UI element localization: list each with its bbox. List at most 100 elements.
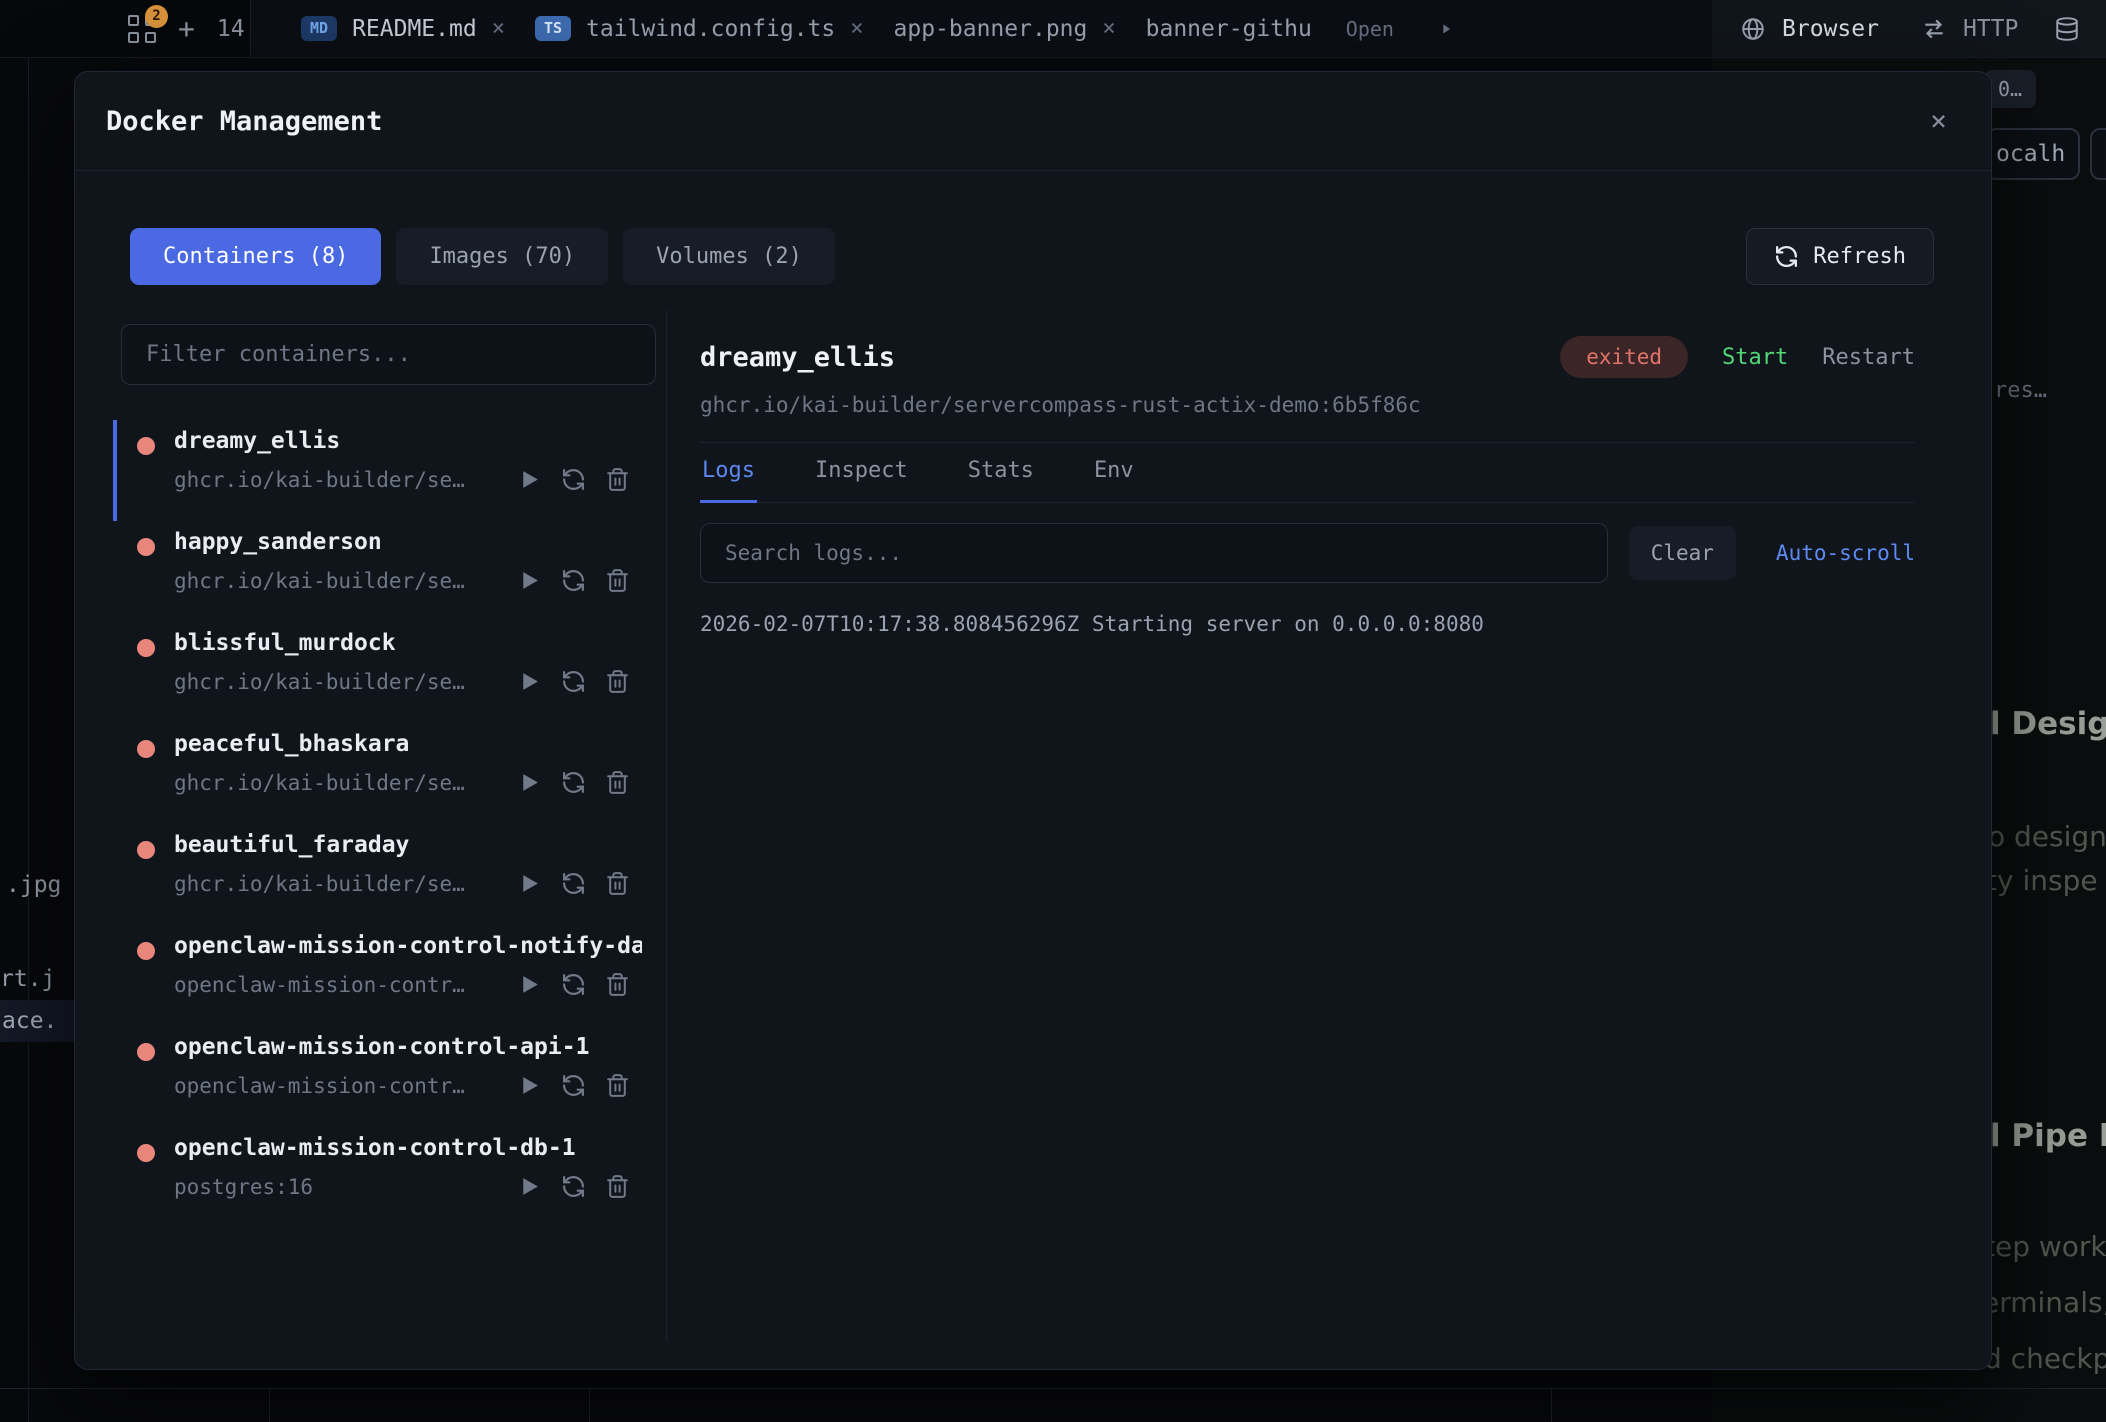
editor-tab-app-banner[interactable]: app-banner.png × bbox=[894, 16, 1116, 42]
address-bar-button[interactable] bbox=[2090, 128, 2106, 180]
tab-images[interactable]: Images (70) bbox=[396, 228, 608, 285]
trash-icon bbox=[605, 972, 630, 997]
delete-container-button[interactable] bbox=[605, 1073, 630, 1098]
browser-button[interactable]: Browser bbox=[1782, 16, 1879, 42]
background-grid-line bbox=[589, 1389, 590, 1422]
background-text: ty inspe bbox=[1986, 864, 2098, 897]
start-container-button[interactable] bbox=[517, 770, 542, 795]
background-heading: l Pipe Bu bbox=[1990, 1118, 2106, 1154]
restart-container-button[interactable] bbox=[561, 1073, 586, 1098]
background-grid-line bbox=[0, 1388, 2106, 1389]
editor-tab-strip: MD README.md × TS tailwind.config.ts × a… bbox=[250, 0, 1712, 57]
container-image: ghcr.io/kai-builder/se… bbox=[174, 569, 465, 593]
container-name: happy_sanderson bbox=[174, 529, 642, 555]
refresh-icon bbox=[561, 1174, 586, 1199]
container-row[interactable]: blissful_murdock ghcr.io/kai-builder/se… bbox=[113, 622, 642, 723]
refresh-icon bbox=[561, 972, 586, 997]
editor-tab-readme[interactable]: MD README.md × bbox=[301, 16, 505, 42]
background-grid-line bbox=[269, 1389, 270, 1422]
start-container-button[interactable] bbox=[517, 1174, 542, 1199]
restart-container-button[interactable] bbox=[561, 770, 586, 795]
refresh-button[interactable]: Refresh bbox=[1746, 228, 1934, 285]
detail-tabs: Logs Inspect Stats Env bbox=[700, 443, 1915, 503]
container-row[interactable]: openclaw-mission-control-notify-da… open… bbox=[113, 925, 642, 1026]
log-line: 2026-02-07T10:17:38.808456296Z Starting … bbox=[700, 612, 1915, 636]
container-image: postgres:16 bbox=[174, 1175, 313, 1199]
start-container-button[interactable] bbox=[517, 568, 542, 593]
start-container-button[interactable] bbox=[517, 1073, 542, 1098]
start-button[interactable]: Start bbox=[1722, 345, 1788, 370]
delete-container-button[interactable] bbox=[605, 871, 630, 896]
background-text: erminals, bbox=[1982, 1286, 2106, 1319]
workspace-grid-icon[interactable]: 2 bbox=[128, 15, 156, 43]
trash-icon bbox=[605, 669, 630, 694]
autoscroll-toggle[interactable]: Auto-scroll bbox=[1776, 541, 1915, 565]
container-image: ghcr.io/kai-builder/se… bbox=[174, 670, 465, 694]
restart-container-button[interactable] bbox=[561, 669, 586, 694]
tab-stats[interactable]: Stats bbox=[966, 443, 1036, 503]
globe-icon bbox=[1740, 16, 1766, 42]
tab-env[interactable]: Env bbox=[1092, 443, 1136, 503]
close-icon[interactable]: × bbox=[1930, 107, 1947, 135]
restart-container-button[interactable] bbox=[561, 1174, 586, 1199]
start-container-button[interactable] bbox=[517, 669, 542, 694]
play-icon bbox=[517, 568, 542, 593]
file-tree-item[interactable]: rt.j bbox=[0, 966, 55, 992]
start-container-button[interactable] bbox=[517, 467, 542, 492]
refresh-icon bbox=[561, 1073, 586, 1098]
play-icon bbox=[517, 871, 542, 896]
clear-logs-button[interactable]: Clear bbox=[1629, 526, 1736, 580]
container-image: ghcr.io/kai-builder/se… bbox=[174, 771, 465, 795]
search-logs-input[interactable] bbox=[700, 523, 1608, 583]
chevron-right-icon[interactable] bbox=[1438, 21, 1454, 37]
address-bar[interactable]: ocalh bbox=[1986, 128, 2080, 180]
delete-container-button[interactable] bbox=[605, 669, 630, 694]
http-button[interactable]: HTTP bbox=[1963, 16, 2018, 42]
start-container-button[interactable] bbox=[517, 871, 542, 896]
open-button[interactable]: Open bbox=[1346, 17, 1394, 41]
container-row[interactable]: peaceful_bhaskara ghcr.io/kai-builder/se… bbox=[113, 723, 642, 824]
close-icon[interactable]: × bbox=[492, 16, 505, 41]
delete-container-button[interactable] bbox=[605, 770, 630, 795]
file-tree-item[interactable]: .jpg bbox=[6, 872, 61, 898]
container-name: blissful_murdock bbox=[174, 630, 642, 656]
container-row[interactable]: openclaw-mission-control-db-1 postgres:1… bbox=[113, 1127, 642, 1228]
container-row[interactable]: happy_sanderson ghcr.io/kai-builder/se… bbox=[113, 521, 642, 622]
trash-icon bbox=[605, 770, 630, 795]
new-tab-button[interactable]: + bbox=[178, 12, 195, 45]
delete-container-button[interactable] bbox=[605, 972, 630, 997]
tab-containers[interactable]: Containers (8) bbox=[130, 228, 381, 285]
container-row[interactable]: beautiful_faraday ghcr.io/kai-builder/se… bbox=[113, 824, 642, 925]
container-image: openclaw-mission-contr… bbox=[174, 973, 465, 997]
delete-container-button[interactable] bbox=[605, 1174, 630, 1199]
editor-tab-banner-github[interactable]: banner-githu bbox=[1146, 16, 1312, 42]
tab-inspect[interactable]: Inspect bbox=[813, 443, 910, 503]
close-icon[interactable]: × bbox=[1102, 16, 1115, 41]
editor-tab-tailwind-config[interactable]: TS tailwind.config.ts × bbox=[535, 16, 864, 42]
play-icon bbox=[517, 1174, 542, 1199]
delete-container-button[interactable] bbox=[605, 568, 630, 593]
trash-icon bbox=[605, 871, 630, 896]
tab-logs[interactable]: Logs bbox=[700, 443, 757, 503]
background-text: res… bbox=[1994, 378, 2047, 403]
restart-container-button[interactable] bbox=[561, 972, 586, 997]
database-icon[interactable] bbox=[2054, 16, 2080, 42]
container-row[interactable]: openclaw-mission-control-api-1 openclaw-… bbox=[113, 1026, 642, 1127]
swap-arrows-icon bbox=[1921, 16, 1947, 42]
close-icon[interactable]: × bbox=[850, 16, 863, 41]
restart-container-button[interactable] bbox=[561, 871, 586, 896]
restart-container-button[interactable] bbox=[561, 467, 586, 492]
modal-title: Docker Management bbox=[106, 106, 382, 137]
restart-container-button[interactable] bbox=[561, 568, 586, 593]
filter-containers-input[interactable] bbox=[121, 324, 656, 385]
start-container-button[interactable] bbox=[517, 972, 542, 997]
background-text: o design bbox=[1988, 820, 2106, 853]
delete-container-button[interactable] bbox=[605, 467, 630, 492]
container-row[interactable]: dreamy_ellis ghcr.io/kai-builder/se… bbox=[113, 420, 642, 521]
log-toolbar: Clear Auto-scroll bbox=[700, 523, 1915, 583]
status-dot-icon bbox=[137, 841, 155, 859]
play-icon bbox=[517, 1073, 542, 1098]
trash-icon bbox=[605, 1073, 630, 1098]
restart-button[interactable]: Restart bbox=[1822, 345, 1915, 370]
tab-volumes[interactable]: Volumes (2) bbox=[623, 228, 835, 285]
